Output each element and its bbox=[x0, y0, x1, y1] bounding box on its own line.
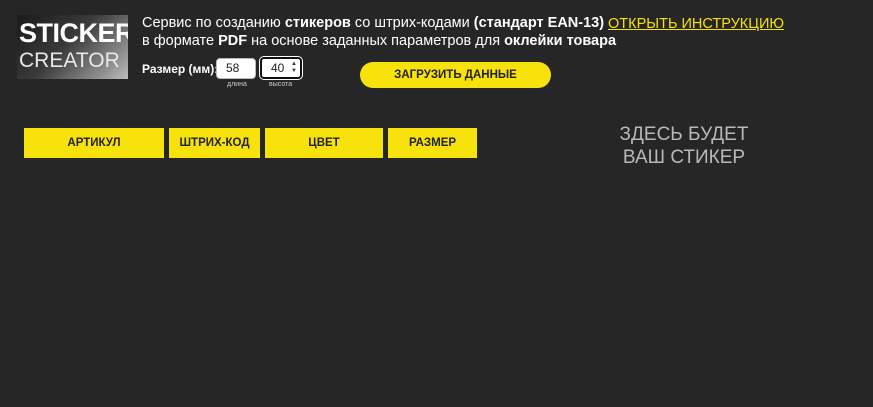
column-color-button[interactable]: ЦВЕТ bbox=[265, 128, 383, 158]
logo-line1: STICKER bbox=[19, 18, 128, 48]
desc-text: в формате bbox=[142, 33, 219, 49]
open-instruction-link[interactable]: ОТКРЫТЬ ИНСТРУКЦИЮ bbox=[608, 16, 784, 32]
desc-bold-stickers: стикеров bbox=[284, 15, 351, 31]
height-caption: высота bbox=[269, 81, 293, 88]
logo: STICKER CREATOR bbox=[17, 15, 128, 79]
description-line1: Сервис по созданию стикеров со штрих-код… bbox=[142, 14, 616, 32]
length-caption: длина bbox=[227, 81, 247, 88]
service-description: Сервис по созданию стикеров со штрих-код… bbox=[142, 14, 616, 50]
length-value: 58 bbox=[226, 61, 240, 75]
length-input[interactable]: 58 bbox=[216, 58, 256, 79]
logo-line2: CREATOR bbox=[19, 49, 120, 72]
desc-bold-standard: (стандарт EAN-13) bbox=[473, 15, 605, 31]
column-article-button[interactable]: АРТИКУЛ bbox=[24, 128, 164, 158]
sticker-creator-page: STICKER CREATOR Сервис по созданию стике… bbox=[0, 0, 873, 407]
height-input[interactable]: 40 ▲ ▼ bbox=[260, 57, 302, 79]
description-line2: в формате PDF на основе заданных парамет… bbox=[142, 32, 616, 50]
placeholder-line1: ЗДЕСЬ БУДЕТ bbox=[619, 124, 749, 145]
height-value: 40 bbox=[271, 61, 285, 75]
desc-text: Сервис по созданию bbox=[142, 15, 285, 31]
desc-text: на основе заданных параметров для bbox=[247, 33, 505, 49]
upload-data-button[interactable]: ЗАГРУЗИТЬ ДАННЫЕ bbox=[360, 62, 551, 88]
placeholder-line2: ВАШ СТИКЕР bbox=[622, 147, 746, 168]
size-label: Размер (мм): bbox=[142, 62, 219, 76]
desc-bold-goods: оклейки товара bbox=[504, 33, 617, 49]
sticker-placeholder: ЗДЕСЬ БУДЕТ ВАШ СТИКЕР bbox=[594, 123, 774, 169]
column-barcode-button[interactable]: ШТРИХ-КОД bbox=[169, 128, 260, 158]
desc-bold-pdf: PDF bbox=[218, 33, 248, 49]
desc-text: со штрих-кодами bbox=[350, 15, 474, 31]
column-size-button[interactable]: РАЗМЕР bbox=[388, 128, 477, 158]
up-down-arrows-icon[interactable]: ▲ ▼ bbox=[290, 61, 298, 75]
